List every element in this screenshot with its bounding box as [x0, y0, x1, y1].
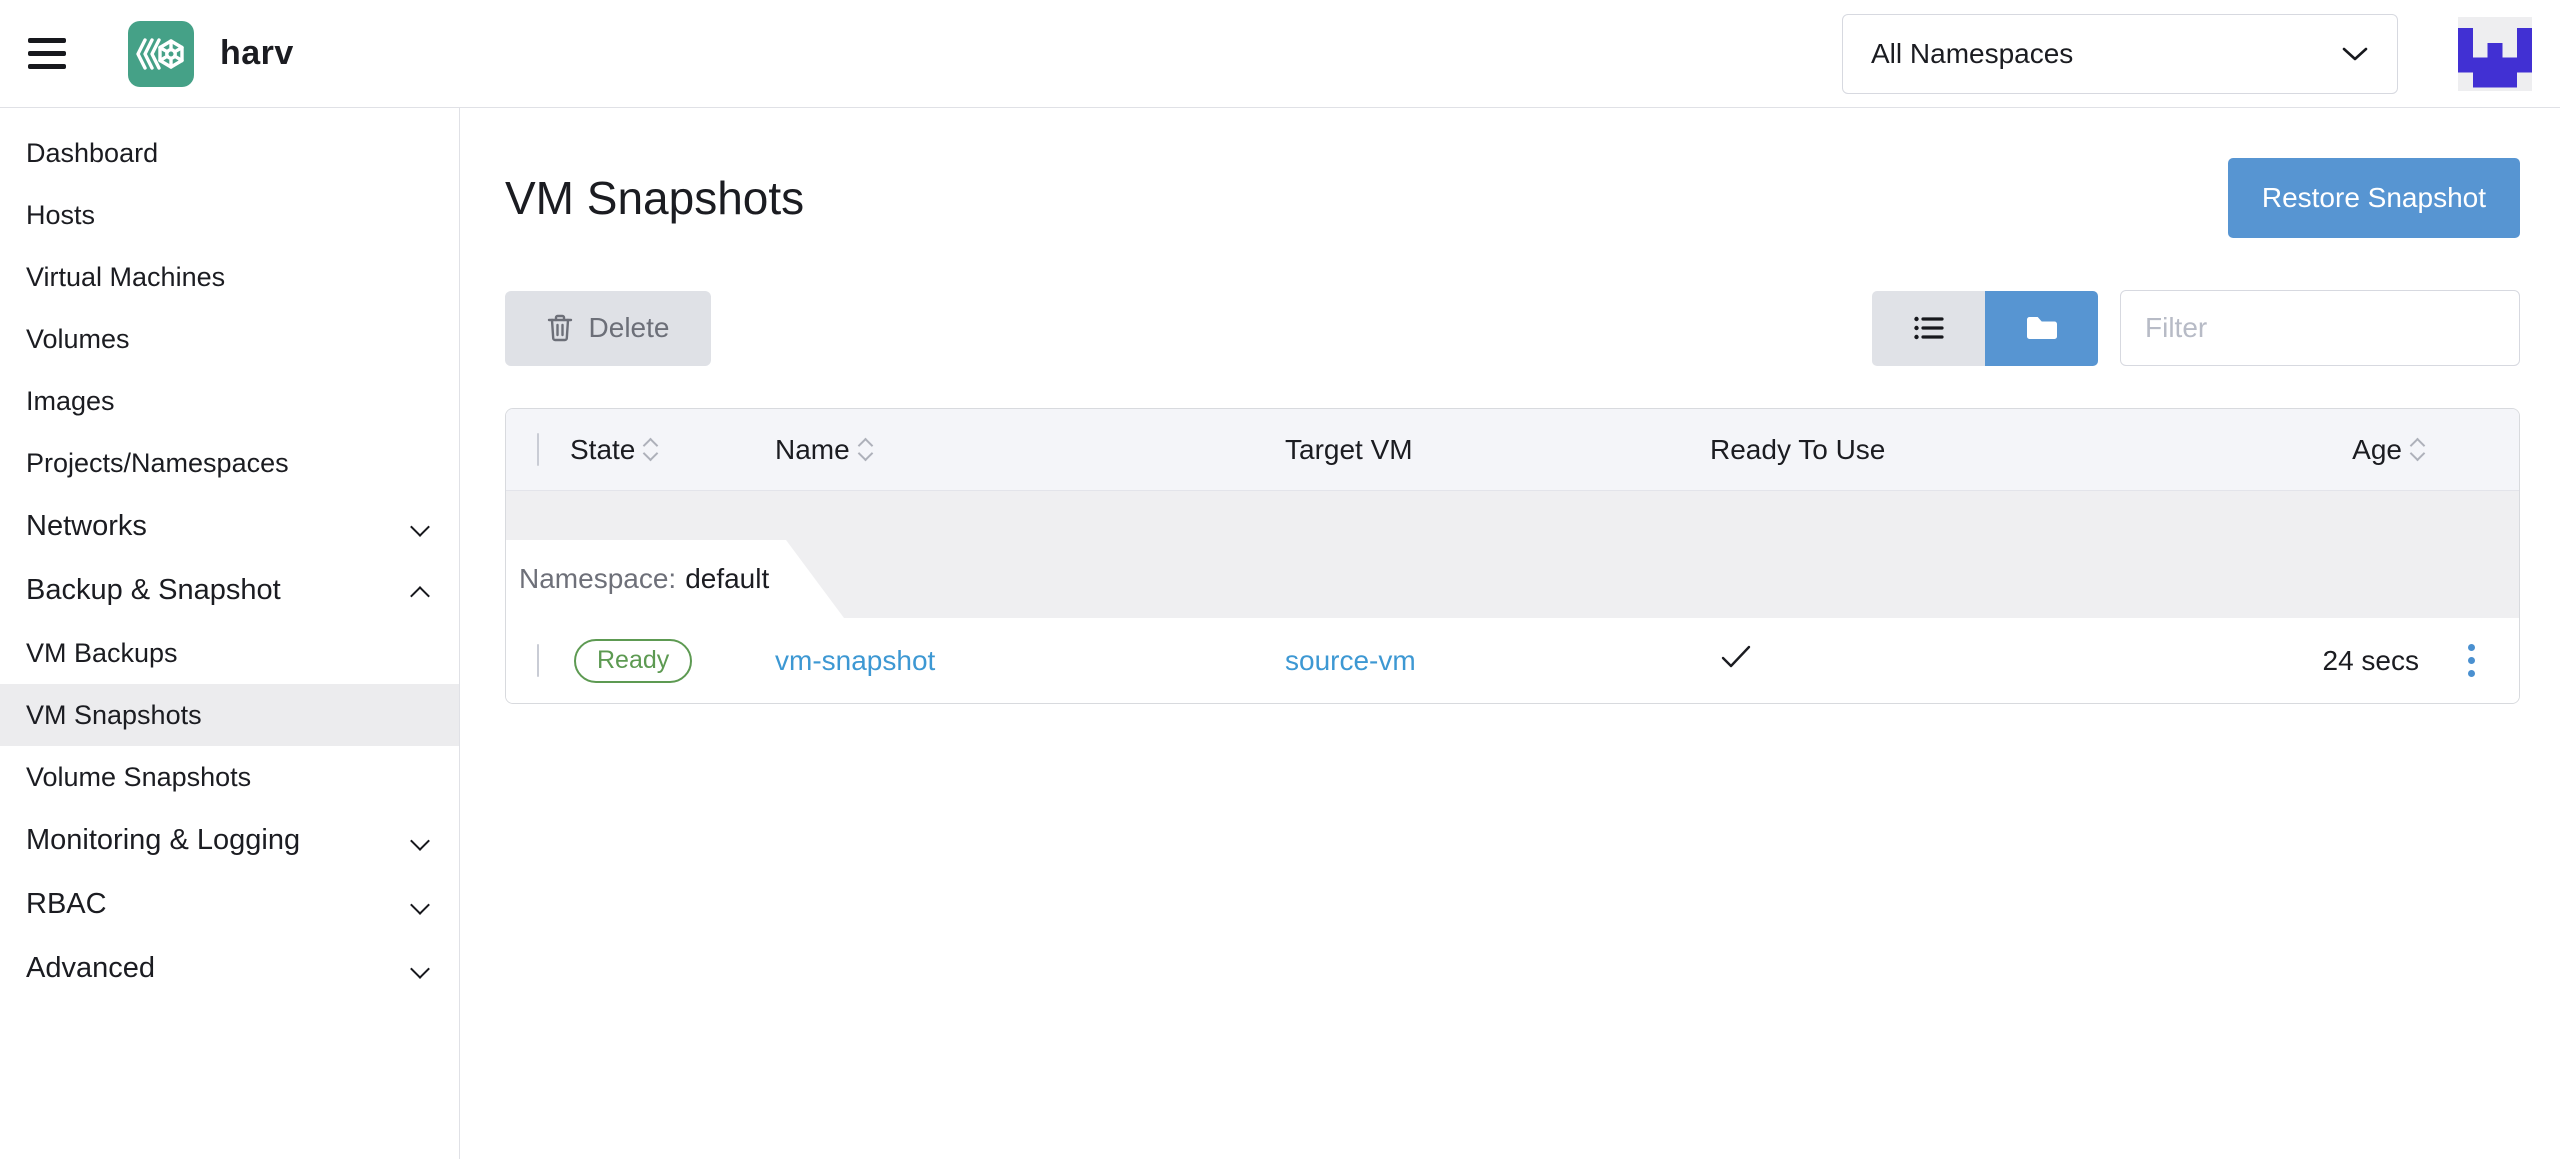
sort-icon: [2412, 440, 2423, 459]
row-checkbox[interactable]: [537, 644, 539, 677]
column-header-ready-to-use: Ready To Use: [1710, 434, 2100, 466]
main-content: VM Snapshots Restore Snapshot Delete: [460, 108, 2560, 1159]
group-label: Namespace:: [519, 563, 676, 595]
harvester-logo-icon[interactable]: [128, 21, 194, 87]
snapshots-table: State Name Target VM Ready To Use Age: [505, 408, 2520, 704]
sidebar-group-monitoring-logging[interactable]: Monitoring & Logging: [0, 808, 459, 872]
sidebar-group-rbac[interactable]: RBAC: [0, 872, 459, 936]
restore-snapshot-button[interactable]: Restore Snapshot: [2228, 158, 2520, 238]
table-row: Ready vm-snapshot source-vm 24 secs: [506, 618, 2519, 703]
sidebar-item-projects-namespaces[interactable]: Projects/Namespaces: [0, 432, 459, 494]
user-avatar[interactable]: [2458, 17, 2532, 91]
chevron-down-icon: [2341, 46, 2369, 62]
sort-icon: [860, 440, 871, 459]
list-view-button[interactable]: [1872, 291, 1985, 366]
namespace-selector[interactable]: All Namespaces: [1842, 14, 2398, 94]
column-header-age[interactable]: Age: [2100, 434, 2423, 466]
list-view-icon: [1913, 314, 1945, 342]
sidebar-group-advanced[interactable]: Advanced: [0, 936, 459, 1000]
top-header: harv All Namespaces: [0, 0, 2560, 108]
sidebar-item-vm-snapshots[interactable]: VM Snapshots: [0, 684, 459, 746]
table-header-row: State Name Target VM Ready To Use Age: [506, 409, 2519, 491]
folder-view-icon: [2025, 314, 2059, 342]
column-header-state[interactable]: State: [570, 434, 775, 466]
sidebar-item-dashboard[interactable]: Dashboard: [0, 122, 459, 184]
sidebar-item-hosts[interactable]: Hosts: [0, 184, 459, 246]
snapshot-name-link[interactable]: vm-snapshot: [775, 645, 935, 676]
chevron-down-icon: [411, 894, 431, 914]
menu-icon[interactable]: [28, 38, 66, 69]
sidebar-item-volume-snapshots[interactable]: Volume Snapshots: [0, 746, 459, 808]
sidebar-item-vm-backups[interactable]: VM Backups: [0, 622, 459, 684]
delete-button-label: Delete: [589, 312, 670, 344]
sidebar-group-networks[interactable]: Networks: [0, 494, 459, 558]
column-header-target-vm: Target VM: [1285, 434, 1710, 466]
check-icon: [1720, 644, 1752, 670]
chevron-down-icon: [411, 516, 431, 536]
sidebar-item-volumes[interactable]: Volumes: [0, 308, 459, 370]
sidebar-item-images[interactable]: Images: [0, 370, 459, 432]
trash-icon: [547, 314, 573, 342]
age-cell: 24 secs: [2100, 645, 2423, 677]
sidebar: Dashboard Hosts Virtual Machines Volumes…: [0, 108, 460, 1159]
row-actions-menu[interactable]: [2423, 638, 2519, 683]
sidebar-item-virtual-machines[interactable]: Virtual Machines: [0, 246, 459, 308]
sidebar-group-backup-snapshot[interactable]: Backup & Snapshot: [0, 558, 459, 622]
sort-icon: [645, 440, 656, 459]
brand-name: harv: [220, 34, 294, 73]
chevron-down-icon: [411, 958, 431, 978]
delete-button[interactable]: Delete: [505, 291, 711, 366]
target-vm-link[interactable]: source-vm: [1285, 645, 1416, 676]
chevron-down-icon: [411, 830, 431, 850]
status-badge: Ready: [574, 639, 692, 683]
chevron-up-icon: [411, 580, 431, 600]
namespace-group-tab: Namespace: default: [506, 540, 844, 618]
grouped-view-button[interactable]: [1985, 291, 2098, 366]
column-header-name[interactable]: Name: [775, 434, 1285, 466]
namespace-group-band: Namespace: default: [506, 491, 2519, 618]
select-all-checkbox[interactable]: [537, 433, 539, 466]
page-title: VM Snapshots: [505, 171, 804, 225]
filter-input[interactable]: [2120, 290, 2520, 366]
namespace-selector-value: All Namespaces: [1871, 38, 2341, 70]
view-mode-toggle: [1872, 291, 2098, 366]
group-value: default: [685, 563, 769, 595]
